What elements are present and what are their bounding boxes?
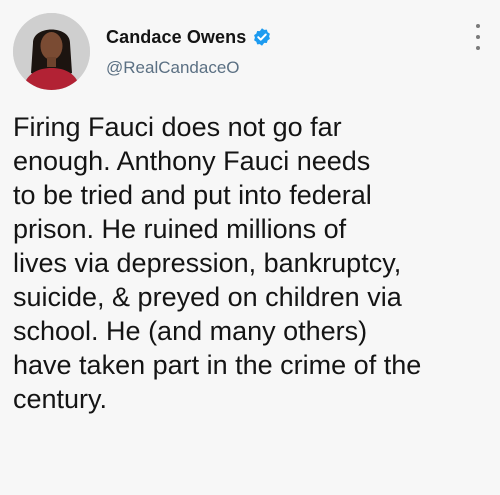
- more-dot: [476, 35, 480, 39]
- author-display-name[interactable]: Candace Owens: [106, 27, 246, 48]
- avatar[interactable]: [13, 13, 90, 90]
- verified-badge-icon: [252, 27, 272, 47]
- tweet-text-line: century.: [13, 384, 108, 414]
- more-dot: [476, 24, 480, 28]
- profile-photo-icon: [13, 13, 90, 90]
- tweet-text-line: have taken part in the crime of the: [13, 350, 422, 380]
- tweet-text-line: suicide, & preyed on children via: [13, 282, 402, 312]
- tweet-text-line: enough. Anthony Fauci needs: [13, 146, 371, 176]
- tweet-text-line: Firing Fauci does not go far: [13, 112, 342, 142]
- tweet-text-line: lives via depression, bankruptcy,: [13, 248, 402, 278]
- more-dot: [476, 46, 480, 50]
- tweet-text-line: school. He (and many others): [13, 316, 368, 346]
- tweet-card: Candace Owens @RealCandaceO Firing Fauci…: [0, 0, 500, 495]
- more-vertical-icon[interactable]: [470, 24, 486, 50]
- author-name-row: Candace Owens: [106, 25, 272, 49]
- tweet-text-line: to be tried and put into federal: [13, 180, 372, 210]
- tweet-text-line: prison. He ruined millions of: [13, 214, 347, 244]
- author-handle[interactable]: @RealCandaceO: [106, 58, 240, 78]
- tweet-text: Firing Fauci does not go far enough. Ant…: [13, 110, 493, 416]
